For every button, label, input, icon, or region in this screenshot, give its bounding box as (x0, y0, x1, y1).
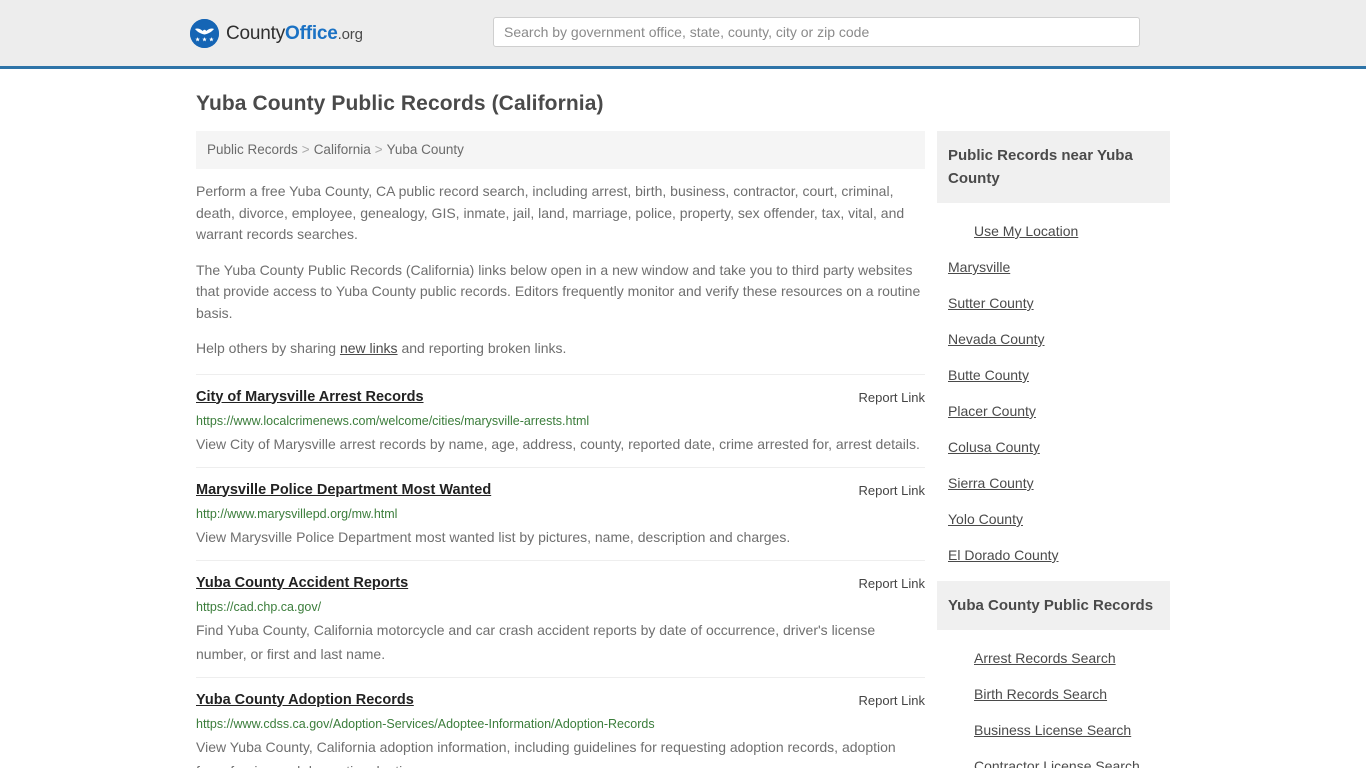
result-url: https://www.localcrimenews.com/welcome/c… (196, 413, 590, 428)
list-item: Marysville (937, 249, 1170, 285)
report-link-button[interactable]: Report Link (839, 481, 925, 500)
list-item: Birth Records Search (937, 676, 1170, 712)
list-item: El Dorado County (937, 537, 1170, 573)
list-item: Yolo County (937, 501, 1170, 537)
result-title-link[interactable]: City of Marysville Arrest Records (196, 388, 424, 407)
page-title: Yuba County Public Records (California) (196, 92, 604, 115)
result-description: View Marysville Police Department most w… (196, 528, 791, 545)
result-header: City of Marysville Arrest Records Report… (196, 388, 925, 407)
list-item: Sierra County (937, 465, 1170, 501)
result-header: Yuba County Accident Reports Report Link (196, 574, 925, 593)
main-column: Public Records > California > Yuba County Pe… (196, 131, 925, 768)
breadcrumb-separator: > (301, 142, 310, 157)
sidebar-nearby-heading: Public Records near Yuba County (937, 131, 1170, 203)
list-item: Sutter County (937, 285, 1170, 321)
sidebar-county-records-heading: Yuba County Public Records (937, 581, 1170, 630)
report-link-button[interactable]: Report Link (839, 388, 925, 407)
sidebar-item-yolo-county[interactable]: Yolo County (937, 501, 1170, 537)
result-description: Find Yuba County, California motorcycle … (196, 621, 876, 662)
report-link-button[interactable]: Report Link (839, 691, 925, 710)
list-item: Use My Location (937, 213, 1170, 249)
sidebar-item-use-my-location[interactable]: Use My Location (937, 213, 1170, 249)
list-item: Nevada County (937, 321, 1170, 357)
intro-p3-suffix: and reporting broken links. (397, 340, 567, 356)
sidebar-nearby-list: Use My Location Marysville Sutter County… (937, 203, 1170, 579)
report-link-button[interactable]: Report Link (839, 574, 925, 593)
sidebar-county-records-panel: Yuba County Public Records Arrest Record… (937, 581, 1170, 768)
sidebar-item-butte-county[interactable]: Butte County (937, 357, 1170, 393)
result-description: View City of Marysville arrest records b… (196, 435, 920, 452)
brand-part-org: .org (337, 26, 363, 43)
search-bar[interactable] (493, 17, 1140, 47)
list-item: Butte County (937, 357, 1170, 393)
site-header: CountyOffice.org (0, 0, 1366, 69)
list-item: Business License Search (937, 712, 1170, 748)
sidebar-county-records-list: Arrest Records Search Birth Records Sear… (937, 630, 1170, 768)
search-input[interactable] (493, 17, 1140, 47)
result-url: https://www.cdss.ca.gov/Adoption-Service… (196, 716, 655, 731)
list-item: Contractor License Search (937, 748, 1170, 768)
result-header: Yuba County Adoption Records Report Link (196, 691, 925, 710)
breadcrumb-item-public-records[interactable]: Public Records (207, 142, 298, 157)
sidebar-item-sierra-county[interactable]: Sierra County (937, 465, 1170, 501)
result-url: https://cad.chp.ca.gov/ (196, 599, 322, 614)
result-url: http://www.marysvillepd.org/mw.html (196, 506, 398, 521)
list-item: Colusa County (937, 429, 1170, 465)
sidebar-item-placer-county[interactable]: Placer County (937, 393, 1170, 429)
sidebar-item-nevada-county[interactable]: Nevada County (937, 321, 1170, 357)
sidebar-item-business-license-search[interactable]: Business License Search (937, 712, 1170, 748)
result-item: Marysville Police Department Most Wanted… (196, 466, 925, 560)
new-links-link[interactable]: new links (340, 340, 398, 356)
sidebar-nearby-panel: Public Records near Yuba County Use My L… (937, 131, 1170, 579)
sidebar-item-birth-records-search[interactable]: Birth Records Search (937, 676, 1170, 712)
two-column-layout: Public Records > California > Yuba County Pe… (196, 131, 1178, 768)
page-body: Yuba County Public Records (California) … (0, 91, 1366, 768)
result-item: Yuba County Accident Reports Report Link… (196, 559, 925, 677)
sidebar-item-arrest-records-search[interactable]: Arrest Records Search (937, 640, 1170, 676)
brand-part-county: County (226, 23, 286, 44)
result-description: View Yuba County, California adoption in… (196, 738, 896, 768)
brand-wordmark: CountyOffice.org (226, 24, 363, 43)
result-title-link[interactable]: Yuba County Accident Reports (196, 574, 408, 593)
sidebar: Public Records near Yuba County Use My L… (937, 131, 1170, 768)
brand-part-office: Office (285, 23, 338, 44)
intro-p3-prefix: Help others by sharing (196, 340, 340, 356)
breadcrumb-item-yuba-county[interactable]: Yuba County (387, 142, 464, 157)
result-title-link[interactable]: Yuba County Adoption Records (196, 691, 414, 710)
site-logo-link[interactable]: CountyOffice.org (190, 19, 363, 48)
intro-paragraph-2: The Yuba County Public Records (Californ… (196, 261, 921, 321)
result-title-link[interactable]: Marysville Police Department Most Wanted (196, 481, 491, 500)
sidebar-item-marysville[interactable]: Marysville (937, 249, 1170, 285)
sidebar-item-contractor-license-search[interactable]: Contractor License Search (937, 748, 1170, 768)
result-header: Marysville Police Department Most Wanted… (196, 481, 925, 500)
results-list: City of Marysville Arrest Records Report… (196, 373, 925, 768)
sidebar-item-colusa-county[interactable]: Colusa County (937, 429, 1170, 465)
breadcrumb-separator: > (374, 142, 383, 157)
sidebar-item-el-dorado-county[interactable]: El Dorado County (937, 537, 1170, 573)
breadcrumb-item-california[interactable]: California (314, 142, 371, 157)
list-item: Placer County (937, 393, 1170, 429)
result-item: City of Marysville Arrest Records Report… (196, 373, 925, 467)
list-item: Arrest Records Search (937, 640, 1170, 676)
sidebar-item-sutter-county[interactable]: Sutter County (937, 285, 1170, 321)
intro-paragraph-3: Help others by sharing new links and rep… (196, 338, 925, 360)
eagle-shield-logo-icon (190, 19, 219, 48)
intro-text: Perform a free Yuba County, CA public re… (196, 181, 925, 360)
intro-paragraph-1: Perform a free Yuba County, CA public re… (196, 183, 905, 242)
breadcrumb: Public Records > California > Yuba County (196, 131, 925, 169)
result-item: Yuba County Adoption Records Report Link… (196, 676, 925, 768)
content-container: Yuba County Public Records (California) … (188, 91, 1178, 768)
